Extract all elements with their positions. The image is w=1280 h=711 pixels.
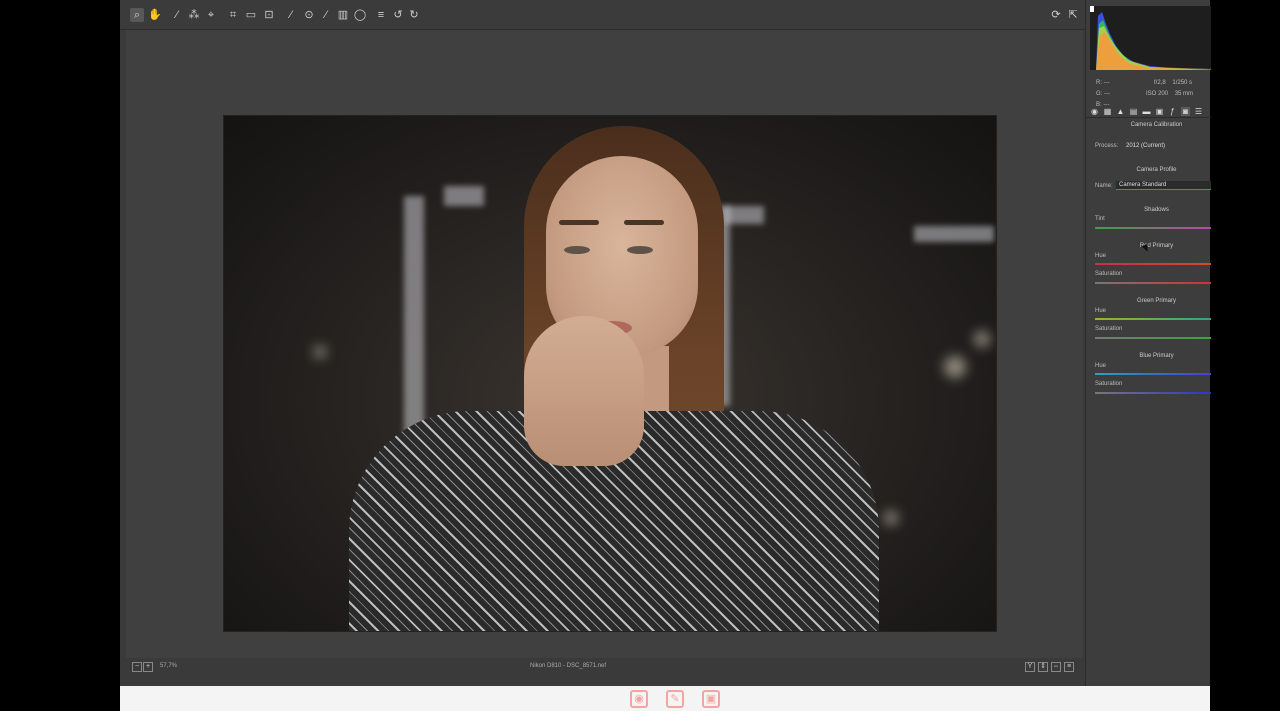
view-vertical-button[interactable]: ⇕: [1038, 662, 1048, 672]
shadows-tint-label: Tint: [1095, 216, 1105, 222]
zoom-out-button[interactable]: −: [132, 662, 142, 672]
view-horizontal-button[interactable]: ⇔: [1051, 662, 1061, 672]
bottom-strip: ◉ ✎ ▣: [120, 686, 1210, 711]
background-pillar: [404, 196, 424, 456]
green-hue-label: Hue: [1095, 308, 1107, 314]
tab-detail-icon[interactable]: ▲: [1116, 107, 1125, 116]
red-hue-label: Hue: [1095, 253, 1107, 259]
spot-removal-icon[interactable]: ⁄: [284, 8, 298, 22]
photo-preview[interactable]: [223, 115, 997, 632]
tab-presets-icon[interactable]: ☰: [1194, 107, 1203, 116]
sync-icon[interactable]: ⟳: [1049, 8, 1063, 22]
red-saturation-slider[interactable]: [1095, 282, 1211, 284]
profile-name-value: Camera Standard: [1119, 182, 1167, 188]
transform-icon[interactable]: ⊡: [262, 8, 276, 22]
green-hue-slider[interactable]: [1095, 318, 1211, 320]
tab-tone-curve-icon[interactable]: ▦: [1103, 107, 1112, 116]
name-label: Name:: [1095, 183, 1113, 189]
fullscreen-icon[interactable]: ⇱: [1066, 8, 1080, 22]
portrait-hand: [524, 316, 644, 466]
background-pillar: [724, 206, 764, 224]
zoom-in-button[interactable]: +: [143, 662, 153, 672]
process-dropdown[interactable]: 2012 (Current): [1126, 143, 1165, 149]
radial-filter-icon[interactable]: ◯: [353, 8, 367, 22]
panel-title: Camera Calibration: [1130, 122, 1183, 128]
blue-hue-slider[interactable]: [1095, 373, 1211, 375]
red-hue-slider[interactable]: [1095, 263, 1211, 265]
process-label: Process:: [1095, 143, 1119, 149]
blue-saturation-slider[interactable]: [1095, 392, 1211, 394]
background-pillar: [914, 226, 994, 242]
red-saturation-label: Saturation: [1095, 271, 1123, 277]
targeted-adjustment-icon[interactable]: ⌖: [204, 8, 218, 22]
camera-profile-title: Camera Profile: [1136, 167, 1177, 173]
r-value: ---: [1103, 80, 1110, 86]
blue-saturation-label: Saturation: [1095, 381, 1123, 387]
rotate-left-icon[interactable]: ↺: [391, 8, 405, 22]
status-bar: − + 57,7% Nikon D810 - DSC_8571.nef Y ⇕ …: [120, 658, 1085, 678]
straighten-icon[interactable]: ▭: [244, 8, 258, 22]
shutter-value: 1/250 s: [1172, 80, 1193, 86]
panel-tabs: ◉ ▦ ▲ ▤ ▬ ▣ ƒ ◙ ☰: [1086, 104, 1211, 118]
profile-name-dropdown[interactable]: Camera Standard: [1116, 181, 1211, 190]
tab-camera-calibration-icon[interactable]: ◙: [1181, 107, 1190, 116]
iso-value: ISO 200: [1146, 91, 1169, 97]
shadows-tint-slider[interactable]: [1095, 227, 1211, 229]
graduated-filter-icon[interactable]: ▥: [336, 8, 350, 22]
crop-icon[interactable]: ⌗: [226, 8, 240, 22]
tab-fx-icon[interactable]: ƒ: [1168, 107, 1177, 116]
green-primary-title: Green Primary: [1136, 298, 1176, 304]
portrait-eye: [627, 246, 653, 254]
portrait-brow: [624, 220, 664, 225]
picture-icon[interactable]: ▣: [702, 690, 720, 708]
bokeh-light: [944, 356, 966, 378]
hand-icon[interactable]: ✋: [148, 8, 162, 22]
view-y-button[interactable]: Y: [1025, 662, 1035, 672]
r-label: R:: [1096, 80, 1102, 86]
adjustment-brush-icon[interactable]: ⁄: [319, 8, 333, 22]
blue-hue-label: Hue: [1095, 363, 1107, 369]
histogram: [1090, 6, 1211, 70]
adjustment-panel: R: --- G: --- B: --- f/2,8 1/250 s ISO 2…: [1085, 0, 1211, 686]
preferences-icon[interactable]: ≡: [374, 8, 388, 22]
preview-canvas[interactable]: [126, 30, 1083, 658]
tab-lens-icon[interactable]: ▣: [1155, 107, 1164, 116]
zoom-icon[interactable]: ⌕: [130, 8, 144, 22]
histogram-graph: [1090, 6, 1211, 70]
bokeh-light: [314, 346, 326, 358]
shadows-title: Shadows: [1144, 207, 1169, 213]
g-value: ---: [1104, 91, 1111, 97]
portrait-brow: [559, 220, 599, 225]
blue-primary-title: Blue Primary: [1139, 353, 1174, 359]
portrait-eye: [564, 246, 590, 254]
toolbar: ⌕ ✋ ⁄ ⁂ ⌖ ⌗ ▭ ⊡ ⁄ ⊙ ⁄ ▥ ◯ ≡ ↺ ↻ ⟳ ⇱: [120, 0, 1085, 30]
background-pillar: [444, 186, 484, 206]
white-balance-icon[interactable]: ⁄: [170, 8, 184, 22]
green-saturation-slider[interactable]: [1095, 337, 1211, 339]
rotate-right-icon[interactable]: ↻: [407, 8, 421, 22]
zoom-level[interactable]: 57,7%: [160, 663, 177, 669]
red-primary-title: Red Primary: [1139, 243, 1174, 249]
green-saturation-label: Saturation: [1095, 326, 1123, 332]
aperture-value: f/2,8: [1154, 80, 1166, 86]
bokeh-light: [884, 511, 898, 525]
file-name: Nikon D810 - DSC_8571.nef: [530, 663, 607, 669]
camera-icon[interactable]: ◉: [630, 690, 648, 708]
view-settings-button[interactable]: ≡: [1064, 662, 1074, 672]
tab-hsl-icon[interactable]: ▤: [1129, 107, 1138, 116]
tab-basic-icon[interactable]: ◉: [1090, 107, 1099, 116]
exposure-readout: f/2,8 1/250 s ISO 200 35 mm: [1146, 78, 1193, 100]
camera-raw-window: ⌕ ✋ ⁄ ⁂ ⌖ ⌗ ▭ ⊡ ⁄ ⊙ ⁄ ▥ ◯ ≡ ↺ ↻ ⟳ ⇱ − + …: [120, 0, 1211, 686]
g-label: G:: [1096, 91, 1103, 97]
focal-length-value: 35 mm: [1174, 91, 1194, 97]
color-sampler-icon[interactable]: ⁂: [187, 8, 201, 22]
tab-split-toning-icon[interactable]: ▬: [1142, 107, 1151, 116]
edit-icon[interactable]: ✎: [666, 690, 684, 708]
red-eye-icon[interactable]: ⊙: [302, 8, 316, 22]
bokeh-light: [974, 331, 990, 347]
